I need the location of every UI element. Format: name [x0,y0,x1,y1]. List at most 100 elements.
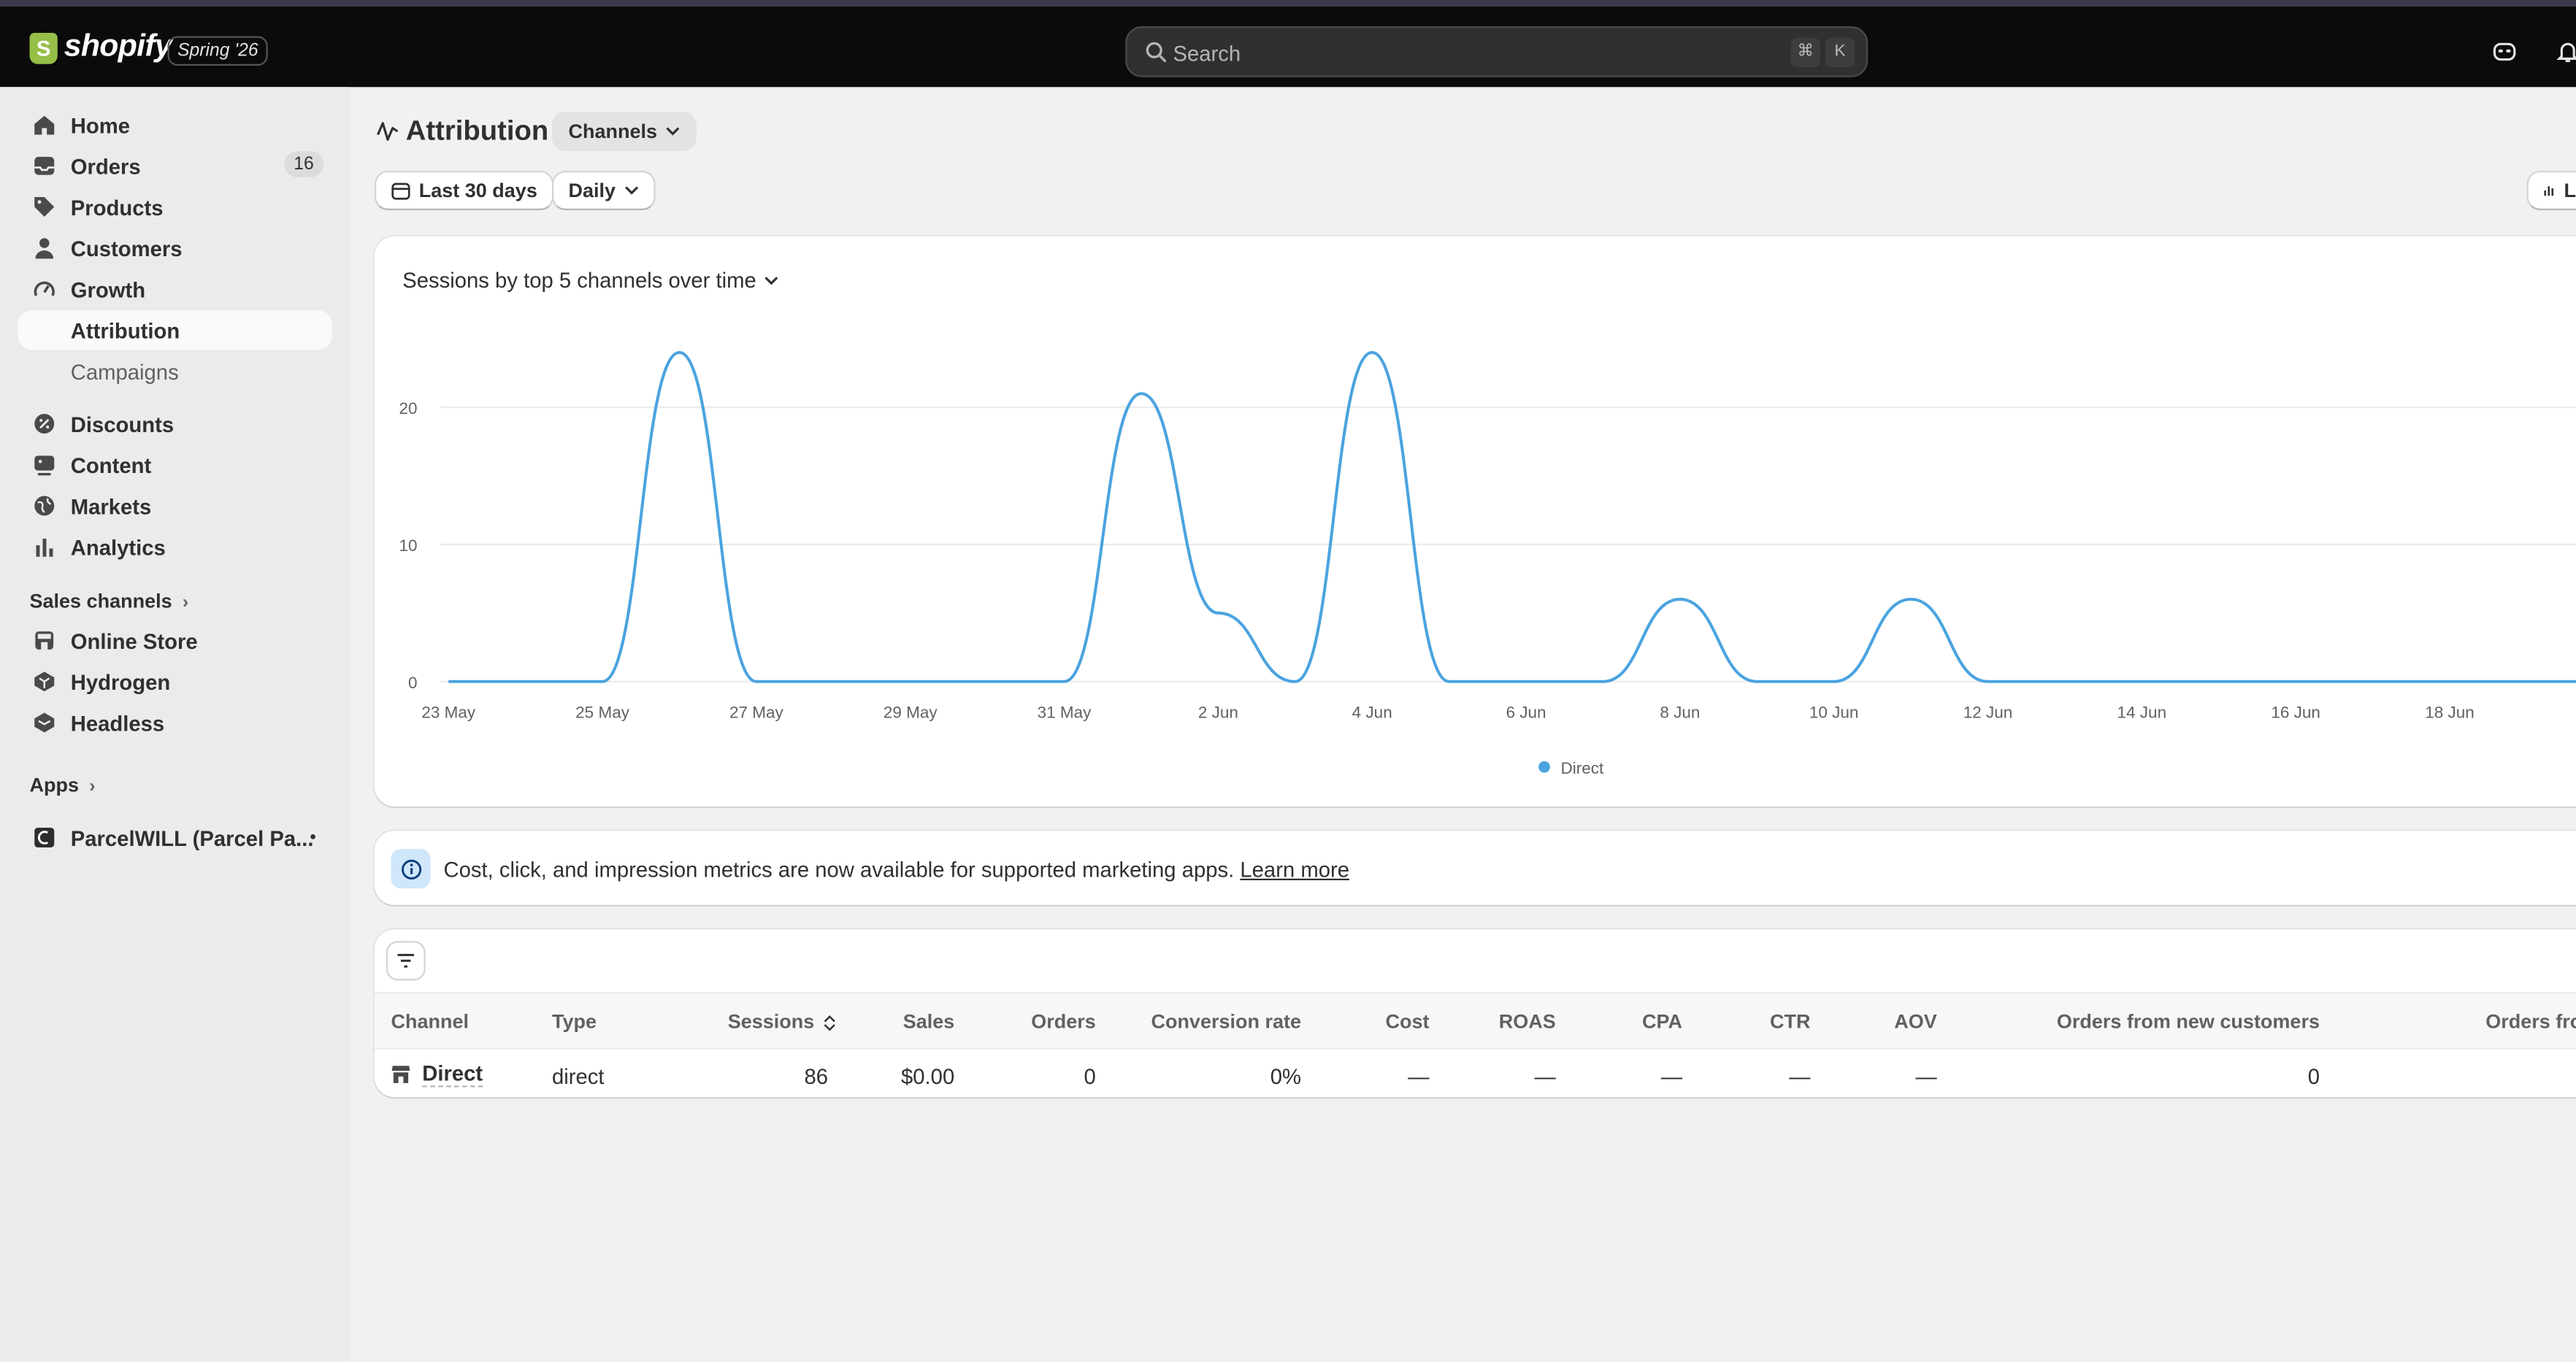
legend-marker [1538,761,1550,773]
sort-icon [824,1015,835,1031]
dot-icon [310,834,315,839]
column-header-ctr[interactable]: CTR [1770,1010,1811,1034]
y-tick-label: 20 [399,399,417,418]
sidebar-item-home[interactable]: Home [18,105,332,145]
y-tick-label: 0 [408,674,418,692]
store-icon [391,1066,410,1083]
date-range-button[interactable]: Last 30 days [375,171,554,210]
sidebar-item-content[interactable]: Content [18,445,332,485]
x-tick-label: 27 May [729,703,784,721]
sessions-cell: 86 [804,1064,828,1089]
filter-button[interactable] [386,941,426,981]
x-tick-label: 16 Jun [2271,703,2320,721]
sidebar-item-label: Growth [70,277,146,301]
sidebar-item-label: ParcelWILL (Parcel Pa... [70,825,314,850]
chart-type-button[interactable]: L [2526,171,2576,210]
y-tick-label: 10 [399,536,417,555]
column-header-conversion-rate[interactable]: Conversion rate [1151,1010,1301,1034]
column-header-aov[interactable]: AOV [1894,1010,1937,1034]
info-icon [391,849,431,889]
sidebar-item-label: Discounts [70,411,175,436]
sidebar-item-hydrogen[interactable]: Hydrogen [18,662,332,701]
learn-more-link[interactable]: Learn more [1240,858,1349,882]
column-header-roas[interactable]: ROAS [1499,1010,1556,1034]
column-header-sessions[interactable]: Sessions [728,1010,837,1033]
sidebar-item-customers[interactable]: Customers [18,228,332,268]
sidebar-item-label: Home [70,112,131,137]
person-icon [31,235,58,261]
column-header-cpa[interactable]: CPA [1642,1010,1682,1034]
roas-cell: — [1534,1064,1556,1089]
chevron-right-icon: › [89,777,96,797]
bell-icon[interactable] [2556,39,2576,64]
sidebar-item-growth[interactable]: Growth [18,269,332,309]
column-header-orders[interactable]: Orders [1031,1010,1096,1034]
search-placeholder: Search [1173,41,1241,66]
sidebar-item-analytics[interactable]: Analytics [18,527,332,566]
bar-chart-icon [2544,186,2554,196]
sidebar-item-headless[interactable]: Headless [18,703,332,742]
info-banner: Cost, click, and impression metrics are … [375,831,2576,905]
column-header-channel[interactable]: Channel [391,1010,469,1034]
sidebar-item-label: Content [70,452,152,477]
sales-channels-header[interactable]: Sales channels › [30,590,189,613]
sidebar-item-label: Customers [70,235,183,261]
inbox-icon [31,153,58,179]
globe-icon [31,493,58,519]
gauge-icon [31,276,58,302]
sidebar-item-label: Analytics [70,534,166,560]
series-line-direct [448,350,2576,683]
x-tick-label: 29 May [883,703,938,721]
app-icon [31,825,58,851]
x-tick-label: 18 Jun [2425,703,2475,721]
orders-cell: 0 [1084,1064,1096,1089]
sidebar-item-discounts[interactable]: Discounts [18,404,332,444]
legend-label: Direct [1561,759,1605,777]
filter-icon [397,953,414,968]
sidebar-item-parcelwill[interactable]: ParcelWILL (Parcel Pa... [18,818,332,858]
column-header-sales[interactable]: Sales [903,1010,955,1034]
main-content: Attribution Channels Last 30 days Daily … [350,87,2576,1361]
sidebar-item-orders[interactable]: Orders 16 [18,146,332,185]
sidebar-item-online-store[interactable]: Online Store [18,621,332,661]
sidebar-item-label: Orders [70,153,141,179]
logo-wordmark: shopify [64,29,172,64]
cost-cell: — [1408,1064,1430,1089]
x-tick-label: 12 Jun [1963,703,2013,721]
attribution-icon [377,122,399,141]
sessions-line-chart: 0 10 20 23 May 25 May 27 May 29 May 31 May 2 Jun… [399,350,2576,777]
column-header-orders-new-customers[interactable]: Orders from new customers [2057,1010,2320,1034]
home-icon [31,112,58,138]
x-tick-label: 25 May [575,703,630,721]
sidebar-item-markets[interactable]: Markets [18,486,332,526]
sidebar-item-label: Campaigns [70,358,179,384]
chevron-down-icon [666,127,680,136]
sidebar-item-products[interactable]: Products [18,188,332,227]
hydrogen-icon [31,669,58,695]
column-header-orders-returning[interactable]: Orders fro [2485,1010,2576,1034]
apps-header[interactable]: Apps › [30,774,96,797]
x-tick-label: 31 May [1038,703,1092,721]
sidekick-icon[interactable] [2492,39,2517,64]
chart-card: Sessions by top 5 channels over time 0 10… [375,236,2576,807]
channel-name-link[interactable]: Direct [422,1061,483,1088]
granularity-button[interactable]: Daily [552,171,656,210]
shopify-logo[interactable]: S shopify [29,29,172,66]
sidebar: Home Orders 16 Products Customers Growth… [0,87,350,1362]
orders-new-customers-cell: 0 [2307,1064,2320,1089]
sidebar-item-campaigns[interactable]: Campaigns [18,352,332,391]
type-cell: direct [552,1064,605,1089]
table-header: Channel Type Sessions Sales Orders Conve… [375,992,2576,1050]
column-header-type[interactable]: Type [552,1010,597,1034]
channels-table: Channel Type Sessions Sales Orders Conve… [375,929,2576,1097]
x-tick-label: 10 Jun [1809,703,1859,721]
image-icon [31,452,58,478]
chevron-right-icon: › [182,593,189,613]
search-bar[interactable]: Search ⌘ K [1125,26,1868,77]
column-header-cost[interactable]: Cost [1385,1010,1429,1034]
x-tick-label: 14 Jun [2117,703,2167,721]
channels-selector[interactable]: Channels [552,112,697,151]
sidebar-item-label: Markets [70,493,152,518]
shopify-bag-icon: S [29,31,58,64]
sidebar-item-attribution[interactable]: Attribution [18,310,332,350]
